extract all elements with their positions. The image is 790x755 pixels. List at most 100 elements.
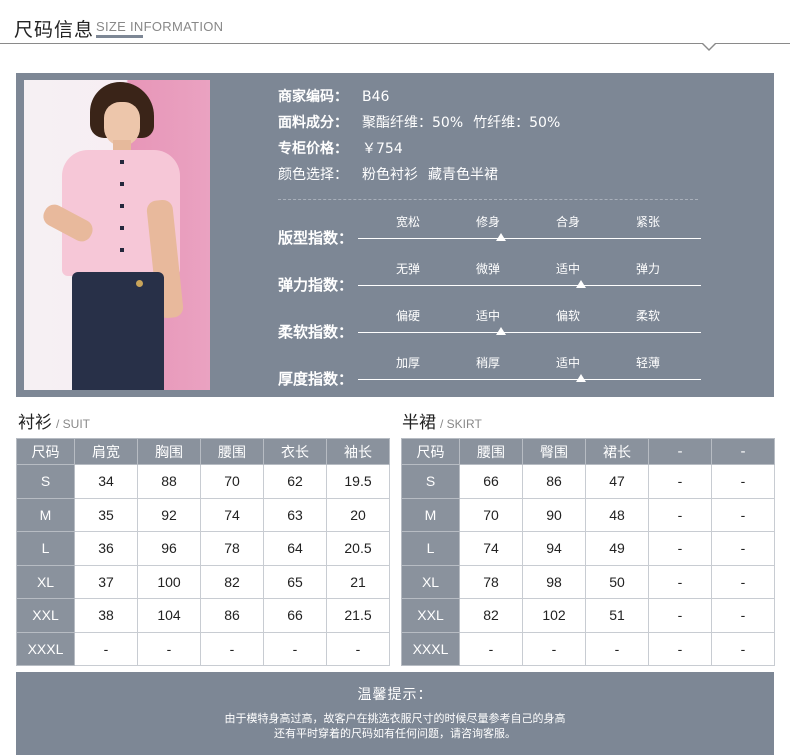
size-label-cell: S — [401, 464, 460, 499]
table-cell: 96 — [137, 531, 201, 566]
table-row: XXL 38 104 86 66 21.5 — [16, 598, 390, 633]
table-cell: - — [711, 564, 775, 599]
fit-index-label: 弹力指数： — [278, 276, 354, 294]
table-cell: 82 — [200, 564, 264, 599]
fit-index-track — [358, 379, 701, 380]
chevron-down-icon — [702, 43, 716, 51]
table-cell: - — [522, 631, 586, 666]
table-row: L 74 94 49- - — [401, 531, 775, 566]
shirt-size-table: 尺码 肩宽 胸围 腰围 衣长 袖长 S 34 88 70 62 19.5 M 35 92 74 63 20 L 36… — [16, 438, 390, 666]
table-cell: 74 — [200, 497, 264, 532]
table-cell: - — [200, 631, 264, 666]
table-cell: - — [648, 497, 712, 532]
table-cell: 82 — [459, 598, 523, 633]
fit-index-option: 轻薄 — [635, 356, 660, 370]
table-cell: 37 — [74, 564, 138, 599]
size-label-cell: XL — [401, 564, 460, 599]
fit-index-row: 厚度指数： 加厚 稍厚 适中 轻薄 — [278, 354, 708, 394]
page-subtitle: SIZE INFORMATION — [96, 19, 224, 34]
fit-index-track — [358, 238, 701, 239]
shirt-table-title: 衬衫 / SUIT — [18, 408, 90, 433]
table-header-cell: - — [648, 438, 712, 465]
photo-shirt-buttons — [120, 160, 124, 260]
table-cell: 86 — [200, 598, 264, 633]
triangle-marker-icon — [496, 233, 506, 241]
photo-skirt — [72, 272, 164, 390]
triangle-marker-icon — [496, 327, 506, 335]
table-cell: 78 — [200, 531, 264, 566]
table-cell: 102 — [522, 598, 586, 633]
table-cell: 94 — [522, 531, 586, 566]
fit-index-row: 弹力指数： 无弹 微弹 适中 弹力 — [278, 260, 708, 300]
table-cell: - — [711, 497, 775, 532]
table-row: M 35 92 74 63 20 — [16, 497, 390, 532]
fit-index-option: 修身 — [475, 215, 500, 229]
fit-index-option: 弹力 — [635, 262, 660, 276]
fit-index-option: 偏硬 — [395, 309, 420, 323]
table-cell: 34 — [74, 464, 138, 499]
product-details: 商家编码： B46 面料成分： 聚酯纤维：50% 竹纤维：50% 专柜价格： ￥754 颜色选… — [278, 87, 570, 191]
table-cell: 49 — [585, 531, 649, 566]
table-cell: 48 — [585, 497, 649, 532]
table-cell: 65 — [263, 564, 327, 599]
notice-line-2: 还有平时穿着的尺码如有任何问题，请咨询客服。 — [274, 727, 516, 740]
fit-index-option: 适中 — [475, 309, 500, 323]
size-label-cell: M — [16, 497, 75, 532]
size-label-cell: XXXL — [401, 631, 460, 666]
photo-skirt-button — [136, 280, 143, 287]
table-header-cell: 腰围 — [459, 438, 523, 465]
size-label-cell: L — [401, 531, 460, 566]
size-label-cell: XXXL — [16, 631, 75, 666]
fit-index-label: 厚度指数： — [278, 370, 354, 388]
table-cell: 63 — [263, 497, 327, 532]
table-header-cell: - — [711, 438, 775, 465]
table-cell: 20 — [326, 497, 390, 532]
fit-index-option: 合身 — [555, 215, 580, 229]
size-label-cell: XL — [16, 564, 75, 599]
skirt-table-title: 半裙 / SKIRT — [402, 408, 482, 433]
fit-index-row: 柔软指数： 偏硬 适中 偏软 柔软 — [278, 307, 708, 347]
notice-line-1: 由于模特身高过高，故客户在挑选衣服尺寸的时候尽量参考自己的身高 — [224, 712, 566, 725]
table-cell: - — [585, 631, 649, 666]
table-cell: - — [326, 631, 390, 666]
detail-value: 竹纤维：50% — [473, 115, 561, 131]
table-row: XL 37 100 82 65 21 — [16, 564, 390, 599]
table-cell: 78 — [459, 564, 523, 599]
table-cell: - — [711, 531, 775, 566]
table-cell: 36 — [74, 531, 138, 566]
fit-index-option: 紧张 — [635, 215, 660, 229]
detail-label: 专柜价格： — [278, 141, 348, 157]
table-cell: - — [137, 631, 201, 666]
table-cell: 21.5 — [326, 598, 390, 633]
table-cell: 21 — [326, 564, 390, 599]
size-label-cell: S — [16, 464, 75, 499]
table-cell: 98 — [522, 564, 586, 599]
fit-index-label: 柔软指数： — [278, 323, 354, 341]
table-header-cell: 胸围 — [137, 438, 201, 465]
detail-row: 商家编码： B46 — [278, 87, 570, 113]
table-header-row: 尺码 肩宽 胸围 腰围 衣长 袖长 — [16, 438, 390, 465]
fit-index-track — [358, 332, 701, 333]
detail-value: B46 — [362, 89, 390, 105]
fit-index-track — [358, 285, 701, 286]
table-cell: 66 — [459, 464, 523, 499]
table-cell: 86 — [522, 464, 586, 499]
table-header-row: 尺码 腰围 臀围 裙长 - - — [401, 438, 775, 465]
table-cell: 88 — [137, 464, 201, 499]
size-label-cell: XXL — [401, 598, 460, 633]
size-label-cell: L — [16, 531, 75, 566]
detail-label: 商家编码： — [278, 89, 348, 105]
shirt-title-text: 衬衫 — [18, 413, 52, 433]
shirt-subtitle-text: / SUIT — [56, 417, 91, 431]
table-cell: - — [711, 464, 775, 499]
table-cell: 70 — [200, 464, 264, 499]
table-header-cell: 肩宽 — [74, 438, 138, 465]
fit-index-option: 宽松 — [395, 215, 420, 229]
table-cell: 104 — [137, 598, 201, 633]
table-cell: - — [648, 531, 712, 566]
fit-index-option: 稍厚 — [475, 356, 500, 370]
table-cell: 51 — [585, 598, 649, 633]
table-cell: - — [648, 564, 712, 599]
detail-value: ￥754 — [362, 141, 403, 157]
product-info-panel: 商家编码： B46 面料成分： 聚酯纤维：50% 竹纤维：50% 专柜价格： ￥754 颜色选… — [16, 73, 774, 397]
